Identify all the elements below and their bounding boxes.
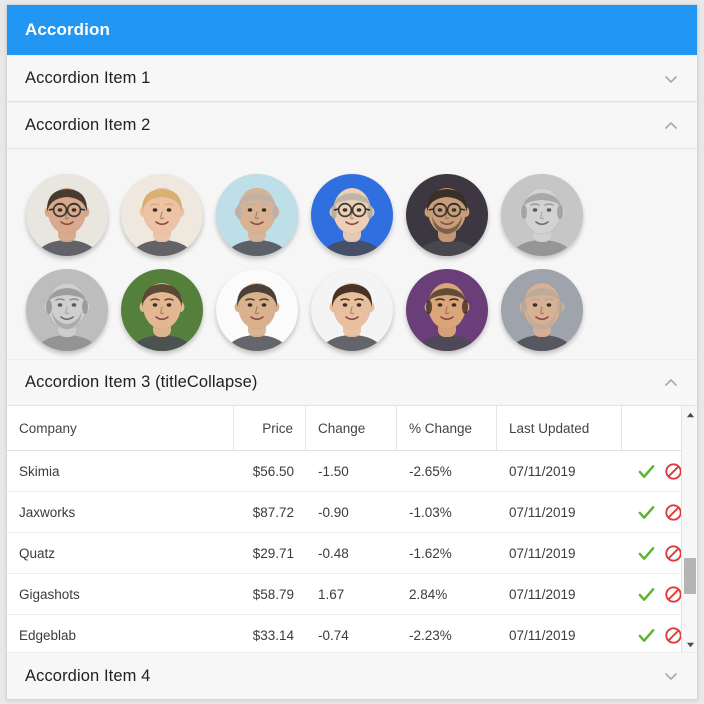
column-header-pct-change[interactable]: % Change: [397, 406, 497, 450]
avatar-man-bald-gray[interactable]: [501, 269, 583, 351]
approve-check-icon[interactable]: [637, 503, 656, 522]
cell-last-updated: 07/11/2019: [509, 545, 576, 561]
avatar-man-young-smiling[interactable]: [311, 269, 393, 351]
table-row[interactable]: Jaxworks $87.72 -0.90 -1.03% 07/11/2019: [7, 492, 697, 533]
avatar-man-suit-purple[interactable]: [406, 269, 488, 351]
cell-change: -1.50: [318, 463, 349, 479]
avatar-woman-blonde[interactable]: [121, 174, 203, 256]
cell-price: $29.71: [252, 545, 294, 561]
avatar-man-glasses-phone[interactable]: [26, 174, 108, 256]
table-row[interactable]: Skimia $56.50 -1.50 -2.65% 07/11/2019: [7, 451, 697, 492]
approve-check-icon[interactable]: [637, 462, 656, 481]
cell-company: Skimia: [19, 463, 60, 479]
block-ban-icon[interactable]: [664, 626, 683, 645]
chevron-up-icon[interactable]: [663, 375, 679, 391]
cell-change: -0.74: [318, 627, 349, 643]
approve-check-icon[interactable]: [637, 544, 656, 563]
column-header-change[interactable]: Change: [306, 406, 397, 450]
avatar-man-bw-smiling[interactable]: [501, 174, 583, 256]
approve-check-icon[interactable]: [637, 585, 656, 604]
accordion-header-item-2[interactable]: Accordion Item 2: [7, 102, 697, 149]
accordion-header-item-1[interactable]: Accordion Item 1: [7, 55, 697, 102]
accordion-item-1-label: Accordion Item 1: [25, 69, 151, 87]
table-row[interactable]: Edgeblab $33.14 -0.74 -2.23% 07/11/2019: [7, 615, 697, 652]
column-header-price[interactable]: Price: [234, 406, 306, 450]
widget-title: Accordion: [25, 20, 110, 39]
datagrid-header-row: Company Price Change % Change Last Updat…: [7, 406, 697, 451]
avatar-grid: [7, 174, 697, 359]
cell-pct-change: 2.84%: [409, 586, 448, 602]
avatar-man-gray-hair[interactable]: [216, 174, 298, 256]
accordion-item-4-label: Accordion Item 4: [25, 666, 151, 685]
cell-last-updated: 07/11/2019: [509, 627, 576, 643]
avatar-man-dark-portrait[interactable]: [406, 174, 488, 256]
chevron-up-icon[interactable]: [663, 118, 679, 134]
block-ban-icon[interactable]: [664, 462, 683, 481]
approve-check-icon[interactable]: [637, 626, 656, 645]
block-ban-icon[interactable]: [664, 585, 683, 604]
datagrid-body: Skimia $56.50 -1.50 -2.65% 07/11/2019 Jaxwork…: [7, 451, 697, 652]
avatar-man-white-backdrop[interactable]: [216, 269, 298, 351]
scroll-thumb[interactable]: [684, 558, 696, 594]
cell-price: $87.72: [252, 504, 294, 520]
accordion-header-item-4[interactable]: Accordion Item 4: [7, 652, 697, 699]
chevron-down-icon[interactable]: [663, 71, 679, 87]
cell-company: Quatz: [19, 545, 56, 561]
avatar-man-green-backdrop[interactable]: [121, 269, 203, 351]
cell-change: 1.67: [318, 586, 345, 602]
cell-company: Edgeblab: [19, 627, 77, 643]
accordion-panel-datagrid: Company Price Change % Change Last Updat…: [7, 406, 697, 652]
column-header-last-updated[interactable]: Last Updated: [497, 406, 622, 450]
cell-company: Gigashots: [19, 586, 80, 602]
scroll-down-arrow-icon[interactable]: [682, 636, 697, 652]
accordion-item-3-label: Accordion Item 3 (titleCollapse): [25, 373, 258, 391]
cell-company: Jaxworks: [19, 504, 76, 520]
avatar-man-bw-mustache[interactable]: [26, 269, 108, 351]
cell-pct-change: -1.62%: [409, 545, 452, 561]
cell-pct-change: -1.03%: [409, 504, 452, 520]
avatar-man-blue-backdrop[interactable]: [311, 174, 393, 256]
block-ban-icon[interactable]: [664, 544, 683, 563]
accordion-panel-avatars: [7, 149, 697, 359]
table-row[interactable]: Quatz $29.71 -0.48 -1.62% 07/11/2019: [7, 533, 697, 574]
chevron-down-icon[interactable]: [663, 668, 679, 684]
cell-price: $33.14: [252, 627, 294, 643]
cell-price: $56.50: [252, 463, 294, 479]
accordion-widget: Accordion Accordion Item 1 Accordion Ite…: [6, 4, 698, 700]
widget-titlebar: Accordion: [7, 5, 697, 55]
cell-last-updated: 07/11/2019: [509, 463, 576, 479]
datagrid-vertical-scrollbar[interactable]: [681, 406, 697, 652]
cell-change: -0.48: [318, 545, 349, 561]
cell-pct-change: -2.65%: [409, 463, 452, 479]
cell-price: $58.79: [252, 586, 294, 602]
block-ban-icon[interactable]: [664, 503, 683, 522]
cell-change: -0.90: [318, 504, 349, 520]
table-row[interactable]: Gigashots $58.79 1.67 2.84% 07/11/2019: [7, 574, 697, 615]
cell-pct-change: -2.23%: [409, 627, 452, 643]
column-header-company[interactable]: Company: [7, 406, 234, 450]
cell-last-updated: 07/11/2019: [509, 586, 576, 602]
cell-last-updated: 07/11/2019: [509, 504, 576, 520]
accordion-header-item-3[interactable]: Accordion Item 3 (titleCollapse): [7, 359, 697, 406]
scroll-up-arrow-icon[interactable]: [682, 406, 697, 422]
accordion-item-2-label: Accordion Item 2: [25, 116, 151, 134]
